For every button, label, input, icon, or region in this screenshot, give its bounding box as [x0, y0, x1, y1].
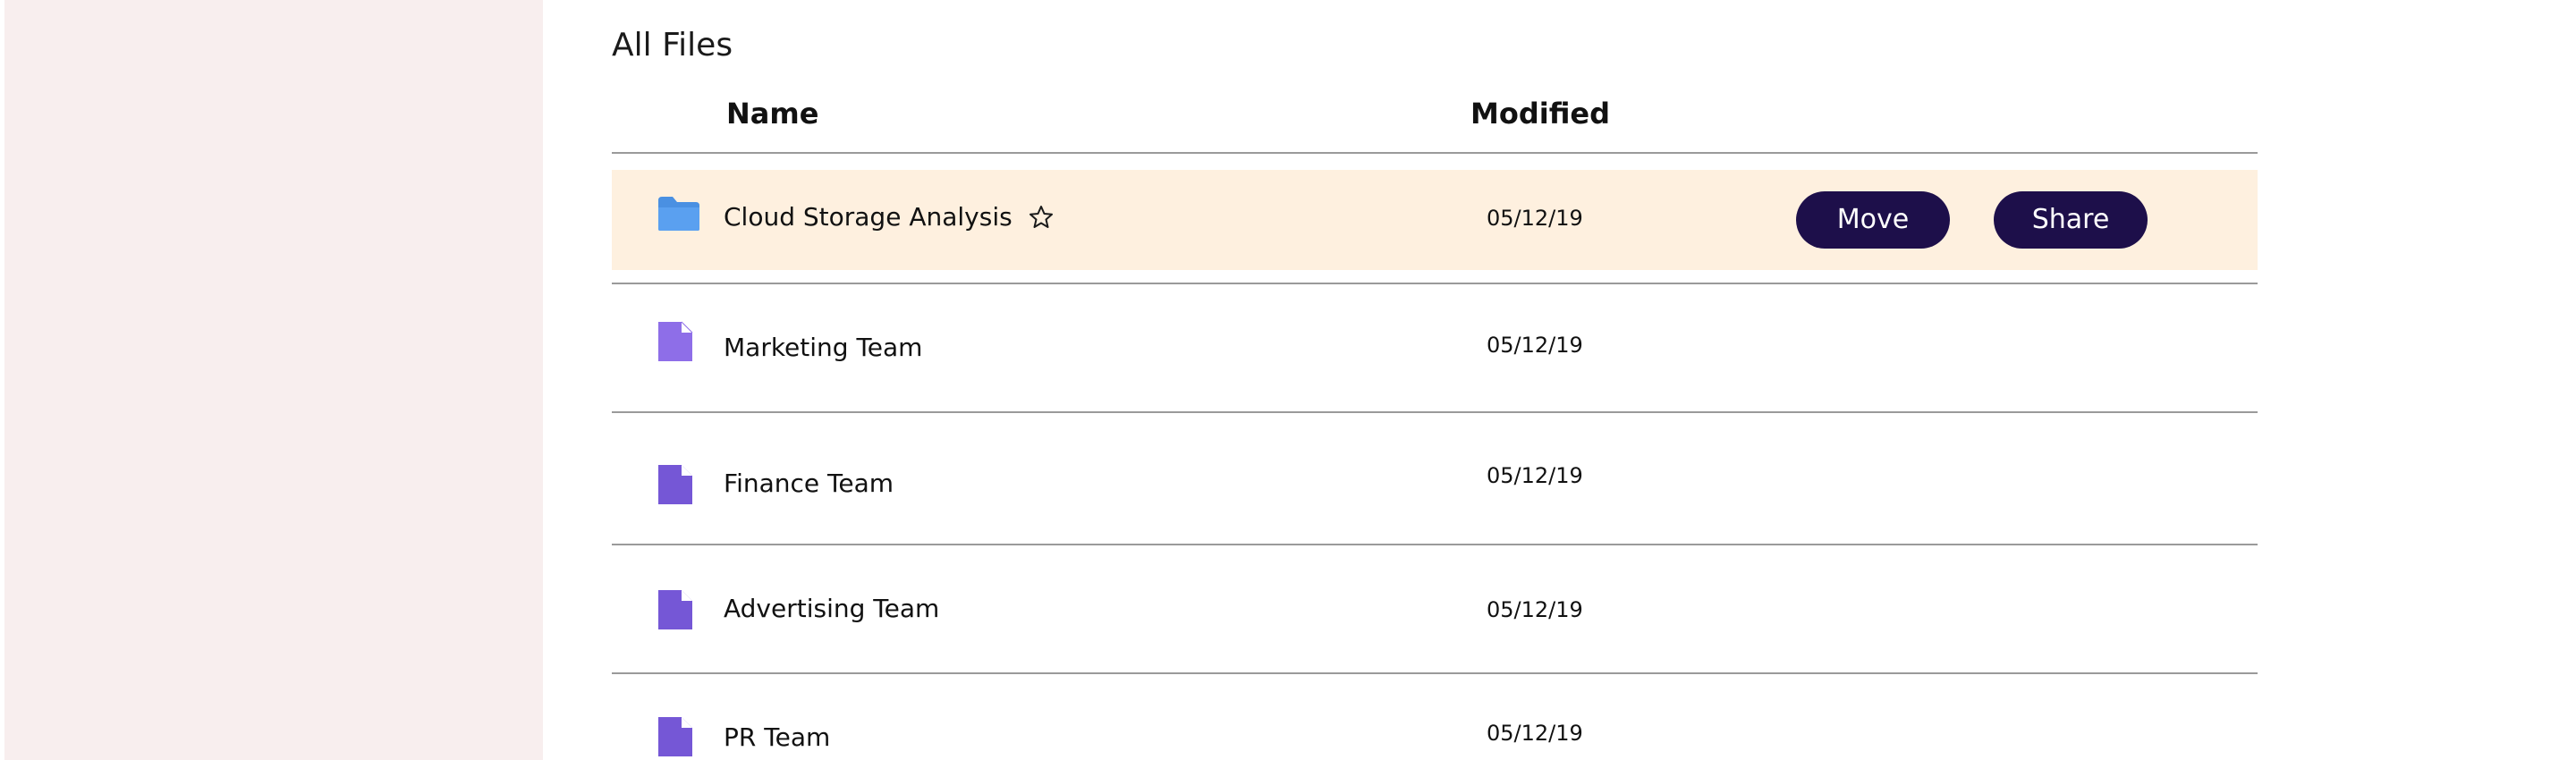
- file-name[interactable]: Advertising Team: [724, 594, 939, 623]
- folder-icon: [657, 195, 701, 236]
- sidebar: [4, 0, 543, 760]
- file-row-finance-team[interactable]: Finance Team 05/12/19: [612, 413, 2258, 544]
- file-icon: [657, 588, 694, 635]
- header-divider: [612, 152, 2258, 154]
- share-button[interactable]: Share: [1994, 191, 2148, 249]
- star-outline-icon[interactable]: [1028, 204, 1055, 231]
- file-row-marketing-team[interactable]: Marketing Team 05/12/19: [612, 284, 2258, 411]
- move-button[interactable]: Move: [1796, 191, 1950, 249]
- file-row-pr-team[interactable]: PR Team 05/12/19: [612, 674, 2258, 760]
- file-modified-date: 05/12/19: [1487, 333, 1583, 358]
- file-name[interactable]: Cloud Storage Analysis: [724, 202, 1013, 232]
- file-icon: [657, 715, 694, 760]
- file-icon: [657, 320, 694, 367]
- file-modified-date: 05/12/19: [1487, 597, 1583, 622]
- file-modified-date: 05/12/19: [1487, 463, 1583, 488]
- column-header-modified[interactable]: Modified: [1470, 97, 1610, 131]
- file-name[interactable]: Marketing Team: [724, 333, 922, 362]
- page-title: All Files: [612, 27, 733, 63]
- file-row-advertising-team[interactable]: Advertising Team 05/12/19: [612, 545, 2258, 672]
- file-icon: [657, 463, 694, 510]
- main-content: All Files Name Modified Cloud Storage An…: [612, 0, 2258, 760]
- file-name[interactable]: Finance Team: [724, 469, 894, 498]
- page: All Files Name Modified Cloud Storage An…: [0, 0, 2576, 760]
- file-modified-date: 05/12/19: [1487, 206, 1583, 231]
- file-modified-date: 05/12/19: [1487, 721, 1583, 746]
- file-name[interactable]: PR Team: [724, 722, 830, 752]
- file-row-cloud-storage-analysis[interactable]: Cloud Storage Analysis 05/12/19 Move Sha…: [612, 170, 2258, 270]
- column-header-name[interactable]: Name: [726, 97, 818, 131]
